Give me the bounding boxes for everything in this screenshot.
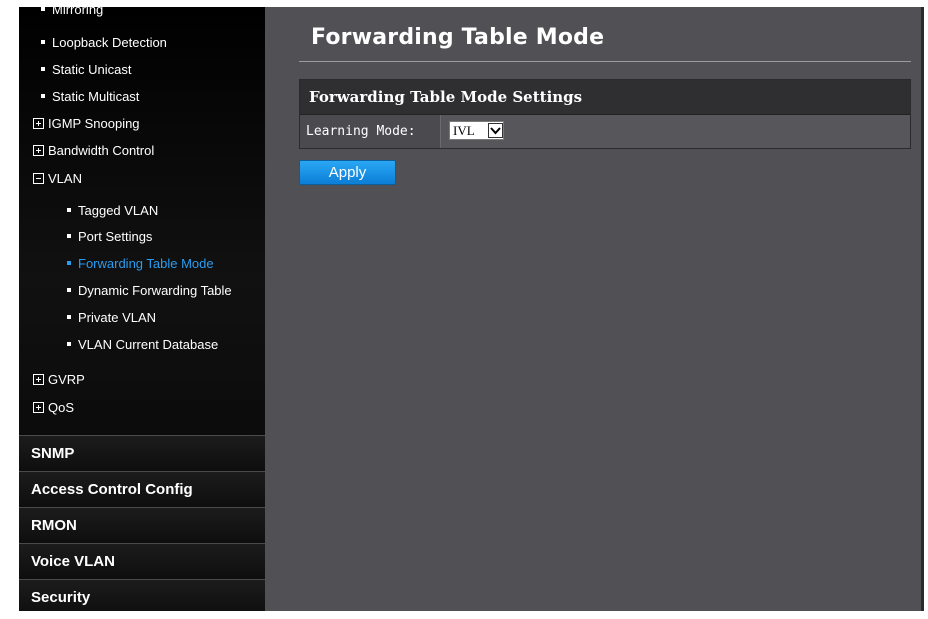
learning-mode-select[interactable]: IVL — [449, 121, 504, 140]
bullet-icon — [41, 94, 45, 99]
apply-button[interactable]: Apply — [299, 160, 396, 185]
sidebar-item-loopback-detection[interactable]: Loopback Detection — [33, 34, 167, 52]
sidebar-item-bandwidth-control[interactable]: Bandwidth Control — [33, 142, 154, 160]
bullet-icon — [67, 288, 71, 293]
sidebar-item-label: Dynamic Forwarding Table — [78, 283, 232, 298]
expand-icon[interactable] — [33, 144, 44, 156]
sidebar-item-label: Static Multicast — [52, 89, 140, 104]
sidebar-menu: Mirroring Loopback Detection Static Unicas… — [19, 7, 265, 435]
collapse-icon[interactable] — [33, 172, 44, 184]
sidebar-item-label: QoS — [48, 400, 75, 415]
main-content: Forwarding Table Mode Forwarding Table M… — [265, 7, 924, 611]
settings-table: Forwarding Table Mode Settings Learning … — [299, 79, 911, 149]
learning-mode-cell: IVL — [441, 115, 910, 148]
sidebar-item-dynamic-forwarding-table[interactable]: Dynamic Forwarding Table — [59, 282, 232, 300]
section-snmp[interactable]: SNMP — [19, 435, 265, 471]
bullet-icon — [41, 67, 45, 72]
bullet-icon — [67, 234, 71, 239]
sidebar-item-label: Tagged VLAN — [78, 203, 159, 218]
sidebar-item-static-unicast[interactable]: Static Unicast — [33, 61, 131, 79]
settings-header: Forwarding Table Mode Settings — [300, 80, 910, 115]
sidebar-item-label: Private VLAN — [78, 310, 157, 325]
sidebar-item-port-settings[interactable]: Port Settings — [59, 228, 152, 246]
page-title: Forwarding Table Mode — [311, 25, 605, 50]
sidebar-item-label: GVRP — [48, 372, 85, 387]
chevron-down-icon[interactable] — [488, 123, 503, 138]
title-divider — [299, 61, 911, 62]
bullet-icon — [67, 261, 71, 266]
section-security[interactable]: Security — [19, 579, 265, 611]
bullet-icon — [67, 342, 71, 347]
expand-icon[interactable] — [33, 401, 44, 413]
sidebar-item-label: Static Unicast — [52, 62, 132, 77]
sidebar-item-label: IGMP Snooping — [48, 116, 140, 131]
sidebar-item-private-vlan[interactable]: Private VLAN — [59, 309, 156, 327]
sidebar-item-igmp-snooping[interactable]: IGMP Snooping — [33, 115, 140, 133]
section-voice-vlan[interactable]: Voice VLAN — [19, 543, 265, 579]
sidebar-item-forwarding-table-mode[interactable]: Forwarding Table Mode — [59, 255, 214, 273]
bullet-icon — [41, 40, 45, 45]
sidebar-item-label: Bandwidth Control — [48, 143, 155, 158]
sidebar-item-tagged-vlan[interactable]: Tagged VLAN — [59, 202, 158, 220]
sidebar-item-label: VLAN Current Database — [78, 337, 219, 352]
sidebar-item-label: Mirroring — [52, 7, 104, 17]
section-rmon[interactable]: RMON — [19, 507, 265, 543]
sidebar-item-static-multicast[interactable]: Static Multicast — [33, 88, 139, 106]
bullet-icon — [67, 315, 71, 320]
sidebar-item-label: VLAN — [48, 171, 82, 186]
sidebar-item-vlan[interactable]: VLAN — [33, 170, 82, 188]
sidebar-item-mirroring[interactable]: Mirroring — [33, 7, 103, 19]
app-frame: Mirroring Loopback Detection Static Unicas… — [0, 0, 928, 619]
learning-mode-label: Learning Mode: — [300, 115, 441, 148]
learning-mode-value: IVL — [453, 122, 475, 138]
sidebar-item-qos[interactable]: QoS — [33, 399, 74, 417]
sidebar-item-gvrp[interactable]: GVRP — [33, 371, 85, 389]
bullet-icon — [41, 7, 45, 12]
sidebar-item-vlan-current-database[interactable]: VLAN Current Database — [59, 336, 218, 354]
expand-icon[interactable] — [33, 117, 44, 129]
bullet-icon — [67, 208, 71, 213]
sidebar-item-label: Forwarding Table Mode — [78, 256, 214, 271]
sidebar-item-label: Loopback Detection — [52, 35, 167, 50]
section-access-control-config[interactable]: Access Control Config — [19, 471, 265, 507]
sidebar-item-label: Port Settings — [78, 229, 153, 244]
learning-mode-row: Learning Mode: IVL — [300, 115, 910, 148]
sidebar-nav: Mirroring Loopback Detection Static Unicas… — [19, 7, 265, 611]
expand-icon[interactable] — [33, 373, 44, 385]
